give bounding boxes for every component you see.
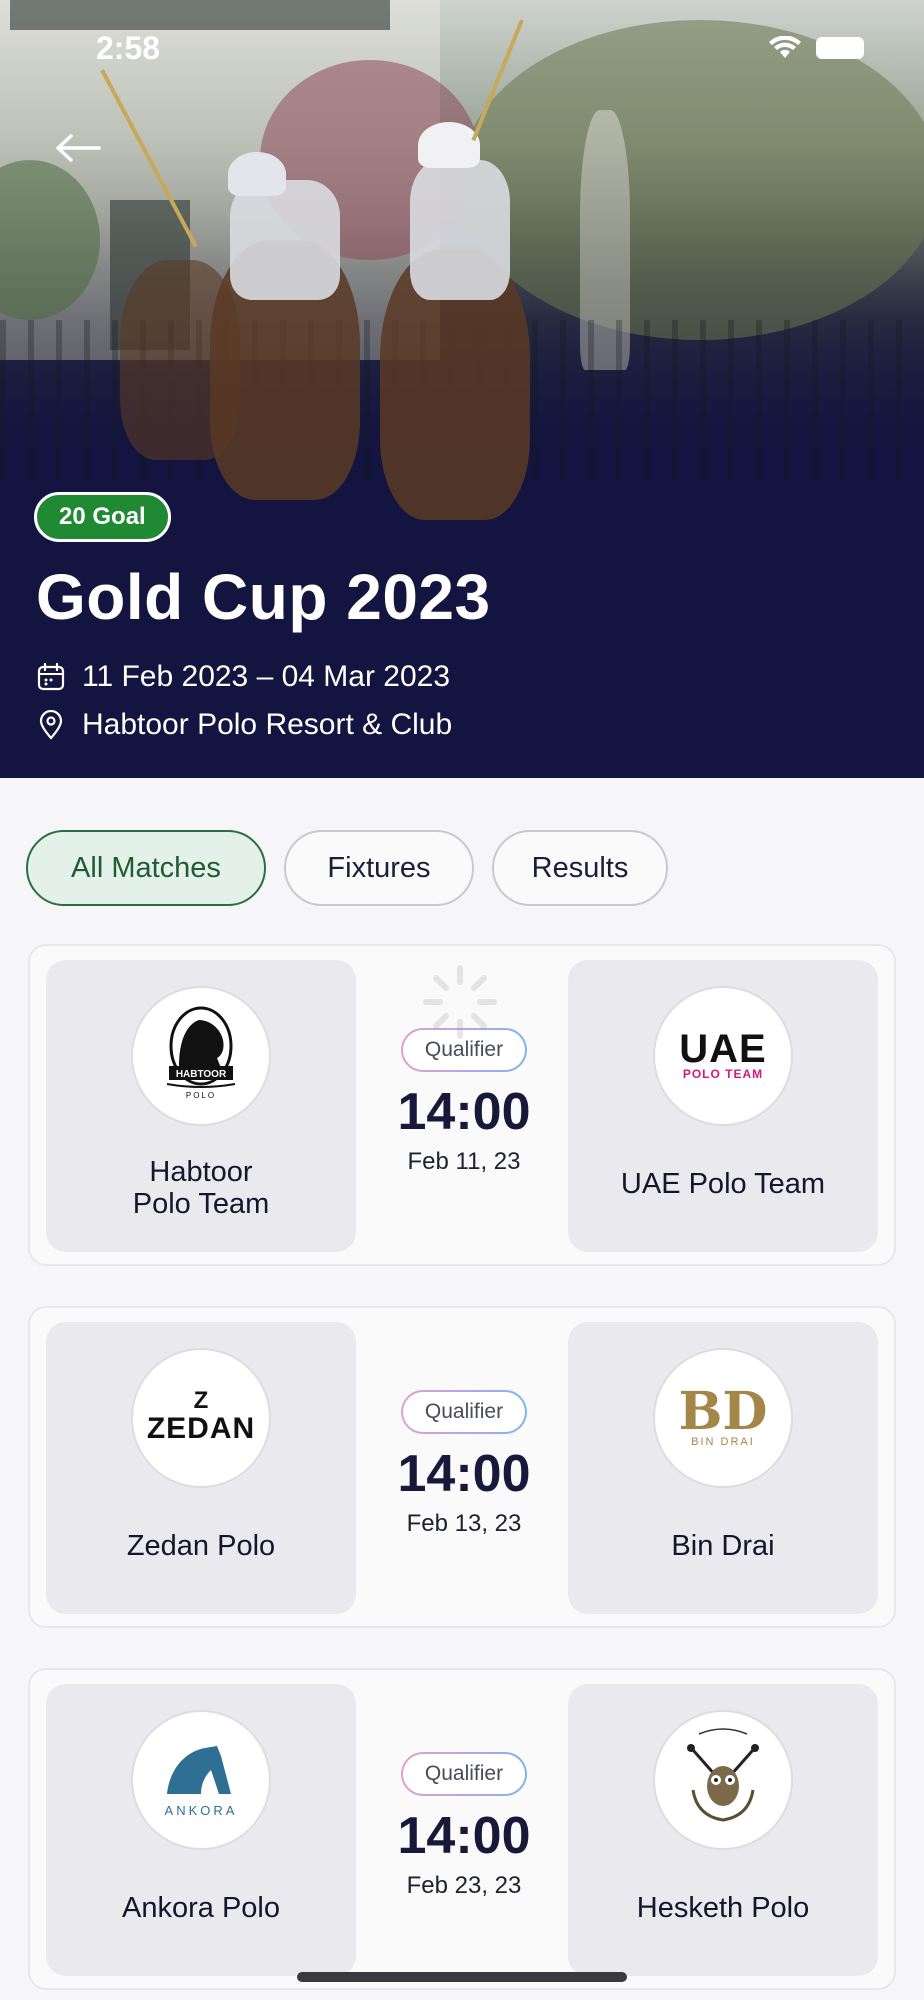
- team-name: UAE Polo Team: [620, 1168, 826, 1200]
- ankora-polo-logo: ANKORA: [161, 1742, 241, 1818]
- uae-polo-logo: UAE POLO TEAM: [679, 1027, 767, 1081]
- horse-head-icon: [167, 1746, 231, 1794]
- match-list: HABTOOR POLO Habtoor Polo Team Qualifier…: [28, 944, 896, 2000]
- match-info: Qualifier 14:00 Feb 11, 23: [356, 1028, 572, 1176]
- away-team[interactable]: UAE POLO TEAM UAE Polo Team: [568, 960, 878, 1252]
- hero-photo-rider: [410, 160, 510, 300]
- home-indicator[interactable]: [297, 1972, 627, 1982]
- team-logo: ANKORA: [131, 1710, 271, 1850]
- logo-mark: Z: [193, 1387, 209, 1414]
- match-date: Feb 13, 23: [406, 1510, 522, 1537]
- match-filter-tabs: All Matches Fixtures Results: [26, 830, 668, 906]
- arrow-left-icon: [56, 134, 101, 162]
- team-name-line: Habtoor: [149, 1156, 253, 1188]
- event-hero: 2:58 20 Goal Gold Cup 2023 11 Feb 2023 –…: [0, 0, 924, 778]
- hero-photo-helmet: [418, 122, 480, 168]
- logo-mark: BD: [678, 1381, 768, 1442]
- match-info: Qualifier 14:00 Feb 23, 23: [356, 1752, 572, 1900]
- bin-drai-logo: BD BIN DRAI: [678, 1381, 768, 1449]
- back-button[interactable]: [50, 128, 106, 168]
- tab-fixtures[interactable]: Fixtures: [284, 830, 474, 906]
- event-venue-row: Habtoor Polo Resort & Club: [36, 708, 452, 742]
- match-time: 14:00: [397, 1445, 531, 1503]
- team-name: Bin Drai: [671, 1530, 775, 1562]
- hero-photo-trees: [460, 20, 924, 340]
- team-logo: BD BIN DRAI: [653, 1348, 793, 1488]
- logo-text: UAE: [679, 1027, 767, 1071]
- logo-text: HABTOOR: [176, 1069, 227, 1080]
- match-date: Feb 11, 23: [407, 1148, 521, 1175]
- match-time: 14:00: [397, 1807, 531, 1865]
- hero-photo-balcony: [10, 0, 390, 30]
- status-bar-icons: [768, 36, 864, 60]
- hero-photo-rider: [230, 180, 340, 300]
- hesketh-polo-logo: [687, 1728, 759, 1822]
- event-date-row: 11 Feb 2023 – 04 Mar 2023: [36, 660, 450, 694]
- away-team[interactable]: Hesketh Polo: [568, 1684, 878, 1976]
- tab-all-matches[interactable]: All Matches: [26, 830, 266, 906]
- battery-icon: [816, 37, 864, 59]
- calendar-icon: [37, 662, 65, 691]
- team-logo: Z ZEDAN: [131, 1348, 271, 1488]
- logo-text: ZEDAN: [146, 1412, 256, 1445]
- event-venue: Habtoor Polo Resort & Club: [82, 708, 453, 741]
- event-title: Gold Cup 2023: [36, 561, 491, 633]
- team-logo: UAE POLO TEAM: [653, 986, 793, 1126]
- logo-text: ANKORA: [164, 1803, 238, 1818]
- goal-level-badge: 20 Goal: [34, 492, 171, 542]
- team-name: Ankora Polo: [122, 1892, 280, 1924]
- stage-badge: Qualifier: [401, 1752, 527, 1796]
- stage-badge: Qualifier: [401, 1390, 527, 1434]
- logo-subtext: POLO: [186, 1091, 216, 1100]
- home-team[interactable]: HABTOOR POLO Habtoor Polo Team: [46, 960, 356, 1252]
- loading-spinner-icon: [423, 965, 497, 1039]
- hero-photo-helmet: [228, 152, 286, 196]
- team-name-line: Polo Team: [132, 1188, 270, 1220]
- team-name: Habtoor Polo Team: [56, 1156, 346, 1220]
- away-team[interactable]: BD BIN DRAI Bin Drai: [568, 1322, 878, 1614]
- status-bar-time: 2:58: [96, 30, 161, 66]
- team-logo: HABTOOR POLO: [131, 986, 271, 1126]
- match-time: 14:00: [397, 1083, 531, 1141]
- match-date: Feb 23, 23: [406, 1872, 522, 1899]
- team-name: Zedan Polo: [126, 1530, 276, 1562]
- zedan-polo-logo: Z ZEDAN: [146, 1387, 256, 1446]
- match-card[interactable]: ANKORA Ankora Polo Qualifier 14:00 Feb 2…: [28, 1668, 896, 1990]
- home-team[interactable]: ANKORA Ankora Polo: [46, 1684, 356, 1976]
- logo-text: BIN DRAI: [691, 1436, 755, 1448]
- habtoor-polo-logo: HABTOOR POLO: [166, 1006, 236, 1100]
- logo-subtext: POLO TEAM: [682, 1067, 764, 1081]
- team-name: Hesketh Polo: [636, 1892, 810, 1924]
- tab-results[interactable]: Results: [492, 830, 668, 906]
- match-info: Qualifier 14:00 Feb 13, 23: [356, 1390, 572, 1538]
- event-date-range: 11 Feb 2023 – 04 Mar 2023: [82, 660, 451, 693]
- home-team[interactable]: Z ZEDAN Zedan Polo: [46, 1322, 356, 1614]
- map-pin-icon: [39, 710, 63, 740]
- team-logo: [653, 1710, 793, 1850]
- match-card[interactable]: Z ZEDAN Zedan Polo Qualifier 14:00 Feb 1…: [28, 1306, 896, 1628]
- wifi-icon: [769, 36, 801, 58]
